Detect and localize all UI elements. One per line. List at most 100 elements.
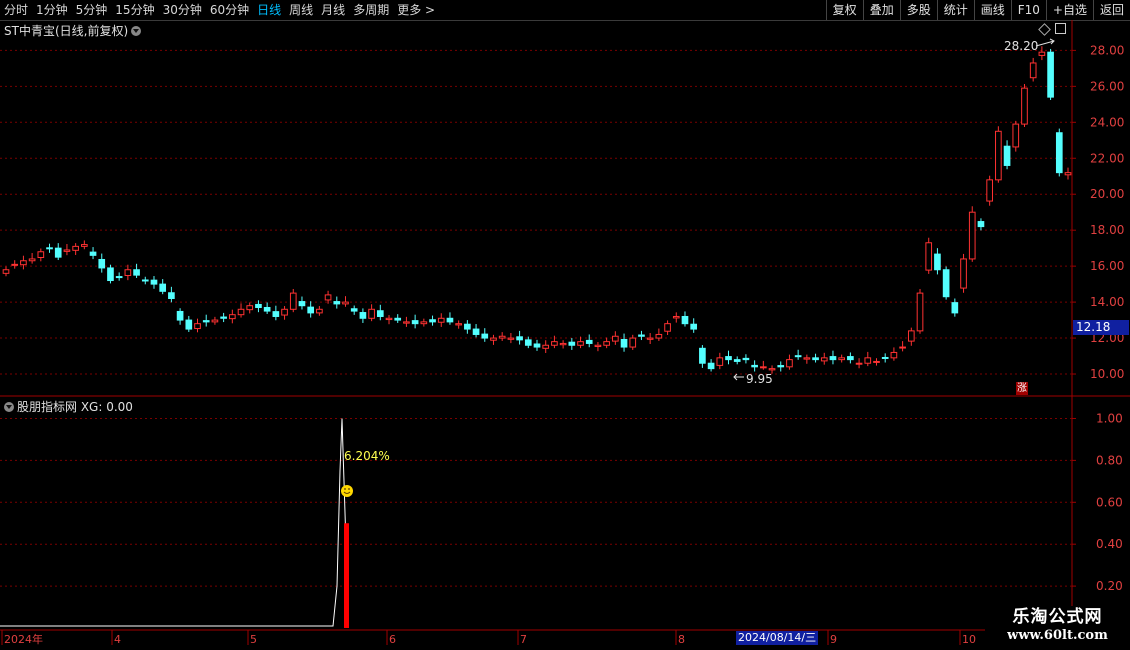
candle-up <box>672 315 680 319</box>
candle-down <box>881 356 889 359</box>
y-tick-label: 14.00 <box>1090 295 1124 309</box>
watermark-url: www.60lt.com <box>1007 628 1108 643</box>
watermark: 乐淘公式网 www.60lt.com <box>985 606 1130 650</box>
candle-down <box>185 319 193 330</box>
candle-down <box>255 303 262 308</box>
candle-down <box>725 356 732 361</box>
candle-up <box>498 335 506 339</box>
candle-up <box>437 317 445 323</box>
candle-down <box>141 279 149 282</box>
candle-down <box>46 247 53 250</box>
candle-down <box>272 311 280 317</box>
candle-down <box>168 292 175 300</box>
candle-up <box>368 308 375 319</box>
candle-down <box>202 320 210 323</box>
candle-down <box>98 258 106 269</box>
candle-up <box>63 249 71 252</box>
candle-down <box>707 362 715 370</box>
candle-down <box>220 316 227 319</box>
candle-up <box>838 357 846 361</box>
candle-down <box>159 283 167 292</box>
xg-signal-bar <box>344 523 349 628</box>
candle-up <box>37 251 45 259</box>
candle-up <box>629 337 637 348</box>
candle-down <box>568 341 576 346</box>
candle-down <box>733 359 741 362</box>
low-arrow <box>733 373 744 381</box>
y-tick-label: 26.00 <box>1090 79 1124 93</box>
candle-up <box>551 341 558 346</box>
candle-up <box>907 330 915 342</box>
y-tick-label: 10.00 <box>1090 367 1124 381</box>
smiley-eye <box>348 488 350 490</box>
high-arrow <box>1035 38 1055 47</box>
candle-up <box>768 368 776 371</box>
candle-down <box>298 301 306 307</box>
y-tick-label: 1.00 <box>1096 411 1123 425</box>
candle-up <box>786 359 793 368</box>
y-tick-label: 0.40 <box>1096 537 1123 551</box>
candle-up <box>759 366 767 369</box>
candle-down <box>176 310 184 321</box>
candle-down <box>263 306 271 312</box>
candle-up <box>1029 62 1037 79</box>
candle-up <box>655 333 663 339</box>
candle-up <box>211 319 219 323</box>
kline-chart[interactable]: 28.00 26.00 24.00 22.00 20.00 18.00 16.00 14.00… <box>0 0 1130 650</box>
low-price-label: 9.95 <box>746 372 773 386</box>
high-price-label: 28.20 <box>1004 39 1038 53</box>
candle-down <box>777 365 785 368</box>
candle-up <box>342 301 349 305</box>
candle-up <box>1012 123 1020 148</box>
candle-up <box>916 292 924 332</box>
candle-up <box>986 179 993 202</box>
candle-up <box>507 337 515 340</box>
y-tick-label: 28.00 <box>1090 43 1124 57</box>
x-tick-label: 5 <box>250 633 257 646</box>
x-tick-label: 2024年 <box>4 632 43 646</box>
x-tick-label: 7 <box>520 633 527 646</box>
candle-up <box>81 244 88 247</box>
candle-up <box>1038 51 1046 56</box>
candle-up <box>420 321 428 325</box>
candle-up <box>490 337 497 341</box>
candle-down <box>333 301 341 305</box>
smiley-icon <box>341 485 353 497</box>
candle-down <box>89 251 97 256</box>
candle-up <box>72 245 79 251</box>
x-tick-label: 6 <box>389 633 396 646</box>
candle-down <box>620 338 628 348</box>
watermark-title: 乐淘公式网 <box>1012 607 1103 627</box>
y-tick-label: 16.00 <box>1090 259 1124 273</box>
x-tick-label: 4 <box>114 633 121 646</box>
current-price-tag: 12.18 <box>1073 320 1129 335</box>
candle-down <box>585 339 593 344</box>
y-tick-label: 0.80 <box>1096 453 1123 467</box>
candle-up <box>20 260 27 266</box>
spike-annotation: 6.204% <box>344 449 390 463</box>
candle-up <box>995 130 1002 181</box>
candle-up <box>820 357 828 362</box>
candle-up <box>803 357 811 360</box>
candle-up <box>228 314 236 320</box>
zhang-badge: 涨 <box>1016 382 1028 395</box>
candle-up <box>281 308 288 316</box>
candle-up <box>316 308 323 314</box>
candle-down <box>829 356 837 361</box>
candle-up <box>324 294 332 301</box>
candle-up <box>124 269 132 276</box>
y-tick-label: 0.20 <box>1096 579 1123 593</box>
candle-down <box>524 339 532 346</box>
candle-down <box>638 334 645 337</box>
smiley-eye <box>344 488 346 490</box>
x-tick-label: 8 <box>678 633 685 646</box>
candle-down <box>751 364 758 368</box>
candle-down <box>794 355 802 358</box>
y-tick-label: 24.00 <box>1090 115 1124 129</box>
candle-up <box>890 351 898 359</box>
candle-down <box>446 317 454 323</box>
candle-down <box>307 306 315 314</box>
candle-down <box>350 308 358 312</box>
candle-down <box>429 319 436 323</box>
candle-down <box>54 247 62 258</box>
